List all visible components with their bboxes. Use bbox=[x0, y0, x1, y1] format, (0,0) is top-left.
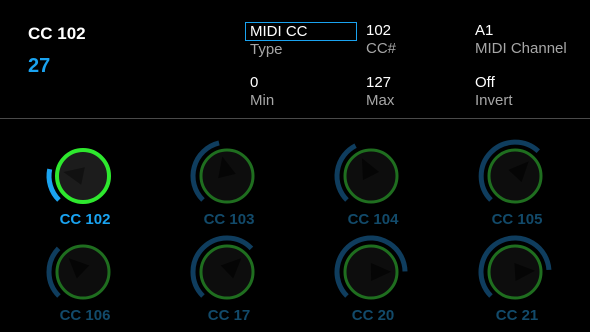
knob-cc-102[interactable]: CC 102 bbox=[20, 133, 150, 233]
knob-dial[interactable] bbox=[164, 133, 294, 213]
knob-label: CC 103 bbox=[203, 211, 255, 228]
knob-label: CC 104 bbox=[347, 211, 399, 228]
knob-label: CC 105 bbox=[491, 211, 543, 228]
invert-field[interactable]: Off Invert bbox=[475, 74, 513, 110]
knob-label: CC 21 bbox=[495, 307, 539, 324]
knob-cc-105[interactable]: CC 105 bbox=[452, 133, 582, 233]
knob-cc-21[interactable]: CC 21 bbox=[452, 229, 582, 329]
knob-dial[interactable] bbox=[452, 133, 582, 213]
knob-cc-106[interactable]: CC 106 bbox=[20, 229, 150, 329]
cc-number-field[interactable]: 102 CC# bbox=[366, 22, 396, 58]
max-label: Max bbox=[366, 92, 395, 109]
type-value[interactable]: MIDI CC bbox=[245, 22, 357, 41]
knob-cc-20[interactable]: CC 20 bbox=[308, 229, 438, 329]
knob-dial[interactable] bbox=[20, 133, 150, 213]
knob-dial[interactable] bbox=[308, 229, 438, 309]
knob-dial[interactable] bbox=[308, 133, 438, 213]
midi-channel-field[interactable]: A1 MIDI Channel bbox=[475, 22, 567, 58]
knob-dial[interactable] bbox=[20, 229, 150, 309]
knob-label: CC 17 bbox=[207, 307, 251, 324]
knob-body bbox=[199, 244, 255, 300]
cc-number-label: CC# bbox=[366, 40, 397, 57]
cc-number-value[interactable]: 102 bbox=[366, 22, 396, 40]
knob-body bbox=[343, 148, 399, 204]
knob-label: CC 20 bbox=[351, 307, 395, 324]
type-field[interactable]: MIDI CC Type bbox=[245, 22, 357, 59]
header-divider bbox=[0, 118, 590, 119]
invert-value[interactable]: Off bbox=[475, 74, 513, 92]
type-label: Type bbox=[250, 41, 283, 58]
knob-dial[interactable] bbox=[164, 229, 294, 309]
invert-label: Invert bbox=[475, 92, 513, 109]
parameter-value: 27 bbox=[28, 55, 51, 77]
midi-channel-label: MIDI Channel bbox=[475, 40, 567, 57]
knob-dial[interactable] bbox=[452, 229, 582, 309]
max-value[interactable]: 127 bbox=[366, 74, 394, 92]
min-label: Min bbox=[250, 92, 275, 109]
knob-cc-103[interactable]: CC 103 bbox=[164, 133, 294, 233]
knob-label: CC 102 bbox=[59, 211, 111, 228]
max-field[interactable]: 127 Max bbox=[366, 74, 394, 110]
knob-cc-17[interactable]: CC 17 bbox=[164, 229, 294, 329]
midi-channel-value[interactable]: A1 bbox=[475, 22, 567, 40]
parameter-title: CC 102 bbox=[28, 24, 86, 43]
min-field[interactable]: 0 Min bbox=[250, 74, 274, 110]
knob-label: CC 106 bbox=[59, 307, 111, 324]
knob-cc-104[interactable]: CC 104 bbox=[308, 133, 438, 233]
min-value[interactable]: 0 bbox=[250, 74, 274, 92]
device-screen: CC 102 27 MIDI CC Type 102 CC# A1 MIDI C… bbox=[0, 0, 590, 332]
parameter-panel: CC 102 27 MIDI CC Type 102 CC# A1 MIDI C… bbox=[0, 0, 590, 118]
